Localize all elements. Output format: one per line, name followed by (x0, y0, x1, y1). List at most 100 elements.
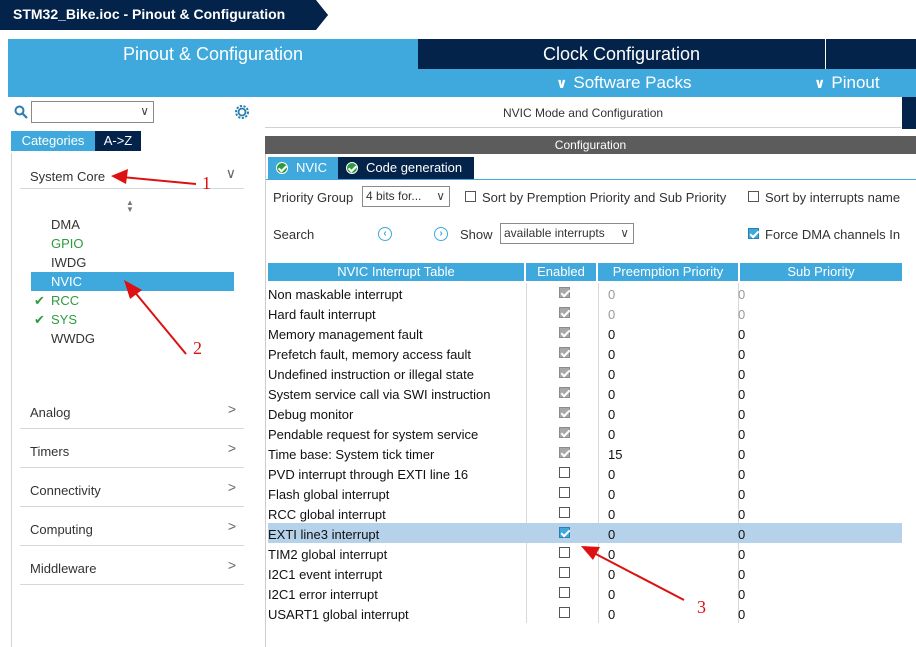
software-packs-menu[interactable]: ∨ Software Packs (556, 73, 691, 93)
sub-priority[interactable]: 0 (738, 567, 745, 582)
table-row[interactable]: I2C1 error interrupt 0 0 (268, 583, 902, 603)
table-row[interactable]: Time base: System tick timer 15 0 (268, 443, 902, 463)
table-row[interactable]: Non maskable interrupt 0 0 (268, 283, 902, 303)
tab-pinout-configuration[interactable]: Pinout & Configuration (8, 39, 418, 69)
table-row[interactable]: Debug monitor 0 0 (268, 403, 902, 423)
sidebar-item-dma[interactable]: DMA (31, 215, 234, 234)
enabled-checkbox[interactable] (559, 367, 570, 378)
tab-clock-configuration[interactable]: Clock Configuration (418, 39, 825, 69)
preemption-priority[interactable]: 0 (608, 307, 615, 322)
enabled-checkbox[interactable] (559, 467, 570, 478)
search-input[interactable]: ∨ (31, 101, 154, 123)
sub-priority[interactable]: 0 (738, 527, 745, 542)
enabled-checkbox[interactable] (559, 607, 570, 618)
enabled-checkbox[interactable] (559, 327, 570, 338)
sub-priority[interactable]: 0 (738, 507, 745, 522)
preemption-priority[interactable]: 0 (608, 507, 615, 522)
enabled-checkbox[interactable] (559, 547, 570, 558)
tab-overflow[interactable] (826, 39, 916, 69)
sub-priority[interactable]: 0 (738, 367, 745, 382)
enabled-checkbox[interactable] (559, 407, 570, 418)
category-analog[interactable]: Analog > (20, 391, 244, 429)
table-row[interactable]: I2C1 event interrupt 0 0 (268, 563, 902, 583)
enabled-checkbox[interactable] (559, 527, 570, 538)
preemption-priority[interactable]: 0 (608, 407, 615, 422)
sidebar-item-wwdg[interactable]: WWDG (31, 329, 234, 348)
table-row[interactable]: TIM2 global interrupt 0 0 (268, 543, 902, 563)
preemption-priority[interactable]: 0 (608, 327, 615, 342)
table-row[interactable]: EXTI line3 interrupt 0 0 (268, 523, 902, 543)
sidebar-item-nvic[interactable]: NVIC (31, 272, 234, 291)
tab-nvic[interactable]: NVIC (268, 157, 338, 179)
sub-priority[interactable]: 0 (738, 447, 745, 462)
chevron-right-icon[interactable]: › (434, 227, 448, 241)
tab-code-generation[interactable]: Code generation (338, 157, 474, 179)
enabled-checkbox[interactable] (559, 347, 570, 358)
preemption-priority[interactable]: 15 (608, 447, 622, 462)
sort-name-checkbox[interactable] (748, 191, 759, 202)
show-select[interactable]: available interrupts ∨ (500, 223, 634, 244)
enabled-checkbox[interactable] (559, 567, 570, 578)
category-connectivity[interactable]: Connectivity > (20, 469, 244, 507)
enabled-checkbox[interactable] (559, 587, 570, 598)
preemption-priority[interactable]: 0 (608, 287, 615, 302)
table-row[interactable]: Flash global interrupt 0 0 (268, 483, 902, 503)
preemption-priority[interactable]: 0 (608, 567, 615, 582)
table-row[interactable]: Undefined instruction or illegal state 0 0 (268, 363, 902, 383)
column-header-enabled[interactable]: Enabled (526, 263, 596, 281)
sub-priority[interactable]: 0 (738, 587, 745, 602)
table-row[interactable]: USART1 global interrupt 0 0 (268, 603, 902, 623)
table-row[interactable]: Prefetch fault, memory access fault 0 0 (268, 343, 902, 363)
sidebar-item-gpio[interactable]: GPIO (31, 234, 234, 253)
preemption-priority[interactable]: 0 (608, 427, 615, 442)
sidebar-item-sys[interactable]: ✔ SYS (31, 310, 234, 329)
panel-collapse-handle[interactable] (902, 97, 916, 129)
sub-priority[interactable]: 0 (738, 607, 745, 622)
preemption-priority[interactable]: 0 (608, 527, 615, 542)
preemption-priority[interactable]: 0 (608, 387, 615, 402)
sidebar-item-iwdg[interactable]: IWDG (31, 253, 234, 272)
table-row[interactable]: Hard fault interrupt 0 0 (268, 303, 902, 323)
gear-icon[interactable] (233, 103, 251, 121)
sub-priority[interactable]: 0 (738, 407, 745, 422)
sub-priority[interactable]: 0 (738, 307, 745, 322)
preemption-priority[interactable]: 0 (608, 347, 615, 362)
preemption-priority[interactable]: 0 (608, 487, 615, 502)
tab-a-to-z[interactable]: A->Z (95, 131, 141, 151)
column-header-sub-priority[interactable]: Sub Priority (740, 263, 902, 281)
enabled-checkbox[interactable] (559, 447, 570, 458)
category-computing[interactable]: Computing > (20, 508, 244, 546)
sub-priority[interactable]: 0 (738, 347, 745, 362)
table-row[interactable]: PVD interrupt through EXTI line 16 0 0 (268, 463, 902, 483)
sub-priority[interactable]: 0 (738, 287, 745, 302)
pinout-menu[interactable]: ∨ Pinout (814, 73, 880, 93)
force-dma-checkbox[interactable] (748, 228, 759, 239)
sidebar-item-rcc[interactable]: ✔ RCC (31, 291, 234, 310)
table-row[interactable]: System service call via SWI instruction 0… (268, 383, 902, 403)
preemption-priority[interactable]: 0 (608, 547, 615, 562)
priority-group-select[interactable]: 4 bits for... ∨ (362, 186, 450, 207)
table-row[interactable]: Memory management fault 0 0 (268, 323, 902, 343)
enabled-checkbox[interactable] (559, 507, 570, 518)
sub-priority[interactable]: 0 (738, 327, 745, 342)
sub-priority[interactable]: 0 (738, 387, 745, 402)
chevron-left-icon[interactable]: ‹ (378, 227, 392, 241)
sub-priority[interactable]: 0 (738, 467, 745, 482)
sub-priority[interactable]: 0 (738, 487, 745, 502)
sub-priority[interactable]: 0 (738, 427, 745, 442)
enabled-checkbox[interactable] (559, 287, 570, 298)
enabled-checkbox[interactable] (559, 427, 570, 438)
category-middleware[interactable]: Middleware > (20, 547, 244, 585)
table-row[interactable]: Pendable request for system service 0 0 (268, 423, 902, 443)
tab-categories[interactable]: Categories (11, 131, 95, 151)
column-header-preemption[interactable]: Preemption Priority (598, 263, 738, 281)
enabled-checkbox[interactable] (559, 387, 570, 398)
table-row[interactable]: RCC global interrupt 0 0 (268, 503, 902, 523)
preemption-priority[interactable]: 0 (608, 367, 615, 382)
preemption-priority[interactable]: 0 (608, 587, 615, 602)
preemption-priority[interactable]: 0 (608, 607, 615, 622)
sort-preemption-checkbox[interactable] (465, 191, 476, 202)
preemption-priority[interactable]: 0 (608, 467, 615, 482)
sort-icon[interactable]: ▲ ▼ (126, 199, 134, 214)
enabled-checkbox[interactable] (559, 307, 570, 318)
